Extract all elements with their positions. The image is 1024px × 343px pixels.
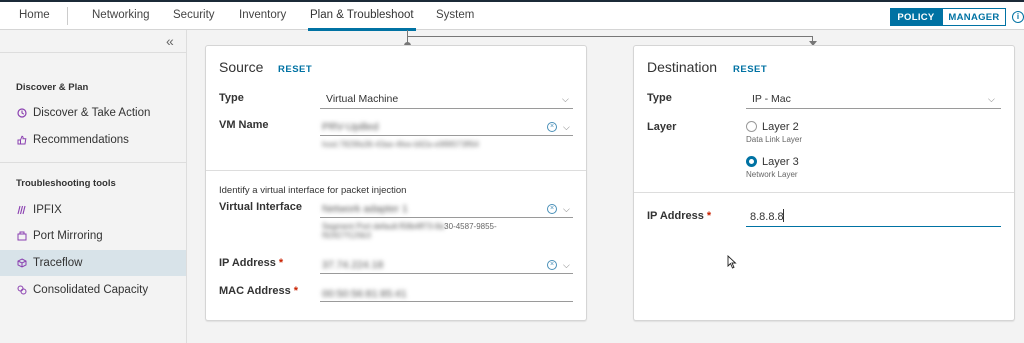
ipfix-icon bbox=[17, 205, 27, 215]
text-cursor bbox=[783, 209, 784, 222]
chevron-down-icon[interactable]: ⌵ bbox=[988, 94, 995, 105]
sidebar-item-capacity[interactable]: Consolidated Capacity bbox=[0, 277, 186, 303]
nav-divider bbox=[67, 7, 68, 25]
virtual-interface-select[interactable]: Network adapter 1 bbox=[322, 203, 408, 215]
tab-networking[interactable]: Networking bbox=[92, 9, 150, 21]
sidebar-item-label: Recommendations bbox=[33, 134, 129, 146]
chevron-down-icon[interactable]: ⌵ bbox=[562, 94, 569, 105]
destination-type-select[interactable]: IP - Mac bbox=[752, 93, 791, 105]
active-tab-indicator bbox=[308, 28, 416, 31]
source-ip-label: IP Address * bbox=[219, 257, 284, 269]
destination-ip-underline bbox=[746, 226, 1001, 227]
source-title: Source bbox=[219, 59, 264, 75]
tab-plan-troubleshoot[interactable]: Plan & Troubleshoot bbox=[310, 9, 414, 21]
segment-port-id: Segment Port default:f59b4ff73-8a30-4587… bbox=[322, 222, 497, 231]
top-nav: Home Networking Security Inventory Plan … bbox=[0, 0, 1024, 31]
sidebar-item-label: Port Mirroring bbox=[33, 230, 103, 242]
tab-home[interactable]: Home bbox=[19, 9, 50, 21]
capacity-icon bbox=[17, 285, 27, 295]
destination-reset-button[interactable]: RESET bbox=[733, 64, 767, 75]
section-divider bbox=[206, 170, 586, 171]
info-icon[interactable]: i bbox=[1012, 11, 1024, 23]
destination-ip-label: IP Address * bbox=[647, 210, 712, 222]
policy-mode-button[interactable]: POLICY bbox=[890, 8, 942, 26]
sidebar-item-label: IPFIX bbox=[33, 204, 62, 216]
manager-mode-button[interactable]: MANAGER bbox=[942, 8, 1006, 26]
clear-icon[interactable]: × bbox=[547, 260, 557, 270]
mac-address-label: MAC Address * bbox=[219, 285, 299, 297]
collapse-sidebar-icon[interactable]: « bbox=[166, 33, 174, 49]
destination-title: Destination bbox=[647, 59, 718, 75]
segment-port-id-2: f92827f126b3 bbox=[322, 231, 371, 240]
virtual-interface-underline bbox=[320, 217, 573, 218]
virtual-interface-label: Virtual Interface bbox=[219, 201, 302, 213]
source-ip-select[interactable]: 37.74.224.18 bbox=[322, 259, 383, 271]
destination-ip-input[interactable]: 8.8.8.8 bbox=[750, 211, 784, 223]
source-card: Source RESET Type Virtual Machine ⌵ VM N… bbox=[205, 45, 587, 321]
source-type-underline bbox=[320, 108, 573, 109]
tab-security[interactable]: Security bbox=[173, 9, 215, 21]
chevron-down-icon[interactable]: ⌵ bbox=[563, 122, 570, 133]
sidebar-divider bbox=[0, 162, 186, 163]
destination-type-label: Type bbox=[647, 92, 672, 104]
layer3-label: Layer 3 bbox=[762, 156, 799, 168]
sidebar-item-port-mirroring[interactable]: Port Mirroring bbox=[0, 223, 186, 249]
mouse-cursor-icon bbox=[727, 255, 737, 269]
mac-address-underline bbox=[320, 301, 573, 302]
clear-icon[interactable]: × bbox=[547, 122, 557, 132]
tab-inventory[interactable]: Inventory bbox=[239, 9, 286, 21]
layer2-label: Layer 2 bbox=[762, 121, 799, 133]
sidebar-item-label: Consolidated Capacity bbox=[33, 284, 149, 296]
tab-system[interactable]: System bbox=[436, 9, 474, 21]
flow-connector bbox=[407, 36, 813, 37]
destination-card: Destination RESET Type IP - Mac ⌵ Layer … bbox=[633, 45, 1015, 321]
source-type-label: Type bbox=[219, 92, 244, 104]
section-divider bbox=[634, 192, 1014, 193]
layer2-sublabel: Data Link Layer bbox=[746, 135, 803, 144]
layer2-radio[interactable] bbox=[746, 121, 757, 132]
recommendations-icon bbox=[17, 135, 27, 145]
sidebar: « Discover & Plan Discover & Take Action… bbox=[0, 30, 187, 343]
chevron-down-icon[interactable]: ⌵ bbox=[563, 204, 570, 215]
port-mirroring-icon bbox=[17, 231, 27, 241]
sidebar-item-discover[interactable]: Discover & Take Action bbox=[0, 100, 186, 126]
sidebar-item-label: Traceflow bbox=[33, 257, 83, 269]
sidebar-item-ipfix[interactable]: IPFIX bbox=[0, 197, 186, 223]
discover-icon bbox=[17, 108, 27, 118]
vm-host-id: host:7829fa36-43ae-4fee-b92a-e9f8f073ff6… bbox=[322, 140, 479, 149]
layer3-radio[interactable] bbox=[746, 156, 757, 167]
traceflow-icon bbox=[17, 258, 27, 268]
vm-name-underline bbox=[320, 135, 573, 136]
destination-type-underline bbox=[746, 108, 1001, 109]
sidebar-item-traceflow[interactable]: Traceflow bbox=[0, 250, 186, 276]
mac-address-input[interactable]: 00:50:56:81:85:41 bbox=[322, 288, 407, 300]
source-ip-underline bbox=[320, 273, 573, 274]
clear-icon[interactable]: × bbox=[547, 204, 557, 214]
chevron-down-icon[interactable]: ⌵ bbox=[563, 260, 570, 271]
sidebar-item-label: Discover & Take Action bbox=[33, 107, 151, 119]
sidebar-divider bbox=[0, 52, 186, 53]
layer3-sublabel: Network Layer bbox=[746, 170, 798, 179]
injection-hint: Identify a virtual interface for packet … bbox=[219, 185, 407, 196]
vm-name-select[interactable]: PRV-Upilled bbox=[322, 121, 378, 133]
sidebar-section-troubleshooting: Troubleshooting tools bbox=[16, 178, 116, 189]
source-type-select[interactable]: Virtual Machine bbox=[326, 93, 398, 105]
sidebar-item-recommendations[interactable]: Recommendations bbox=[0, 127, 186, 153]
layer-label: Layer bbox=[647, 121, 677, 133]
source-reset-button[interactable]: RESET bbox=[278, 64, 312, 75]
vm-name-label: VM Name bbox=[219, 119, 269, 131]
sidebar-section-discover: Discover & Plan bbox=[16, 82, 89, 93]
